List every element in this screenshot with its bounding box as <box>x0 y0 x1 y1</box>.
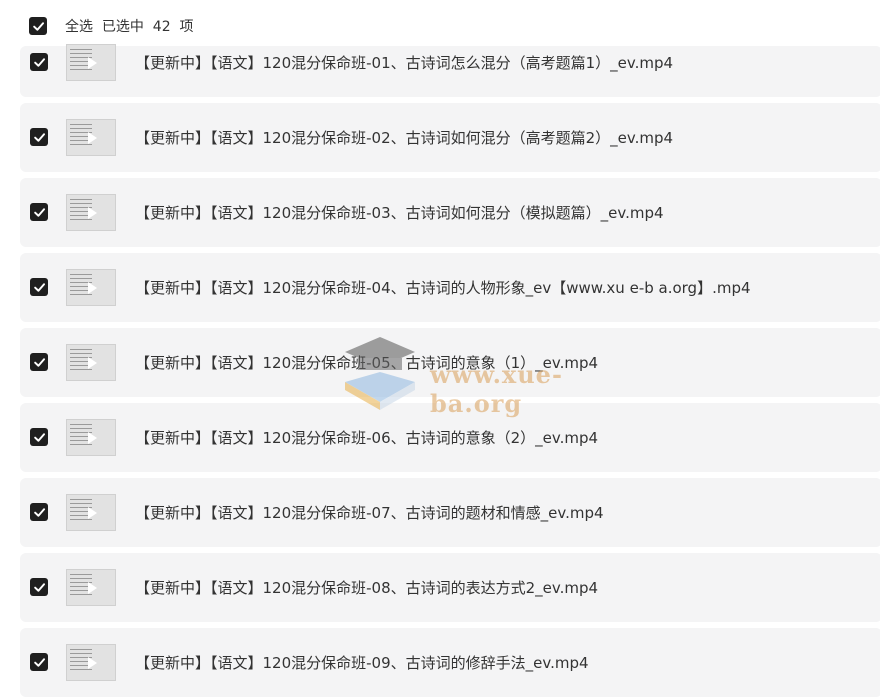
video-thumbnail[interactable] <box>66 494 116 531</box>
video-thumbnail[interactable] <box>66 644 116 681</box>
select-all-checkbox[interactable] <box>29 17 47 35</box>
play-icon <box>88 281 97 294</box>
file-title[interactable]: 【更新中】【语文】120混分保命班-02、古诗词如何混分（高考题篇2）_ev.m… <box>135 127 673 148</box>
play-icon <box>88 581 97 594</box>
file-title[interactable]: 【更新中】【语文】120混分保命班-08、古诗词的表达方式2_ev.mp4 <box>135 577 598 598</box>
file-checkbox[interactable] <box>30 278 48 296</box>
file-checkbox[interactable] <box>30 653 48 671</box>
file-title[interactable]: 【更新中】【语文】120混分保命班-07、古诗词的题材和情感_ev.mp4 <box>135 502 604 523</box>
video-thumbnail[interactable] <box>66 119 116 156</box>
check-icon <box>33 507 45 517</box>
file-checkbox[interactable] <box>30 353 48 371</box>
play-icon <box>88 206 97 219</box>
check-icon <box>33 657 45 667</box>
file-row[interactable]: 【更新中】【语文】120混分保命班-07、古诗词的题材和情感_ev.mp4 <box>20 478 880 547</box>
file-row[interactable]: 【更新中】【语文】120混分保命班-01、古诗词怎么混分（高考题篇1）_ev.m… <box>20 44 880 97</box>
check-icon <box>32 21 44 31</box>
file-title[interactable]: 【更新中】【语文】120混分保命班-05、古诗词的意象（1）_ev.mp4 <box>135 352 598 373</box>
play-icon <box>88 131 97 144</box>
file-title[interactable]: 【更新中】【语文】120混分保命班-06、古诗词的意象（2）_ev.mp4 <box>135 427 598 448</box>
file-checkbox[interactable] <box>30 53 48 71</box>
play-icon <box>88 431 97 444</box>
video-thumbnail[interactable] <box>66 194 116 231</box>
file-row[interactable]: 【更新中】【语文】120混分保命班-04、古诗词的人物形象_ev【www.xu … <box>20 253 880 322</box>
check-icon <box>33 57 45 67</box>
file-title[interactable]: 【更新中】【语文】120混分保命班-01、古诗词怎么混分（高考题篇1）_ev.m… <box>135 52 673 73</box>
check-icon <box>33 432 45 442</box>
play-icon <box>88 56 97 69</box>
check-icon <box>33 582 45 592</box>
file-row[interactable]: 【更新中】【语文】120混分保命班-06、古诗词的意象（2）_ev.mp4 <box>20 403 880 472</box>
file-checkbox[interactable] <box>30 503 48 521</box>
play-icon <box>88 506 97 519</box>
play-icon <box>88 356 97 369</box>
video-thumbnail[interactable] <box>66 569 116 606</box>
file-row[interactable]: 【更新中】【语文】120混分保命班-09、古诗词的修辞手法_ev.mp4 <box>20 628 880 697</box>
file-row[interactable]: 【更新中】【语文】120混分保命班-02、古诗词如何混分（高考题篇2）_ev.m… <box>20 103 880 172</box>
file-checkbox[interactable] <box>30 578 48 596</box>
video-thumbnail[interactable] <box>66 44 116 81</box>
check-icon <box>33 207 45 217</box>
file-title[interactable]: 【更新中】【语文】120混分保命班-03、古诗词如何混分（模拟题篇）_ev.mp… <box>135 202 664 223</box>
check-icon <box>33 132 45 142</box>
video-thumbnail[interactable] <box>66 269 116 306</box>
file-checkbox[interactable] <box>30 128 48 146</box>
video-thumbnail[interactable] <box>66 344 116 381</box>
file-row[interactable]: 【更新中】【语文】120混分保命班-05、古诗词的意象（1）_ev.mp4 <box>20 328 880 397</box>
selection-header: 全选 已选中 42 项 <box>0 0 880 46</box>
file-checkbox[interactable] <box>30 203 48 221</box>
file-title[interactable]: 【更新中】【语文】120混分保命班-09、古诗词的修辞手法_ev.mp4 <box>135 652 589 673</box>
check-icon <box>33 282 45 292</box>
file-row[interactable]: 【更新中】【语文】120混分保命班-08、古诗词的表达方式2_ev.mp4 <box>20 553 880 622</box>
play-icon <box>88 656 97 669</box>
check-icon <box>33 357 45 367</box>
file-title[interactable]: 【更新中】【语文】120混分保命班-04、古诗词的人物形象_ev【www.xu … <box>135 277 751 298</box>
select-all-label: 全选 已选中 42 项 <box>65 19 194 35</box>
file-row[interactable]: 【更新中】【语文】120混分保命班-03、古诗词如何混分（模拟题篇）_ev.mp… <box>20 178 880 247</box>
video-thumbnail[interactable] <box>66 419 116 456</box>
file-checkbox[interactable] <box>30 428 48 446</box>
